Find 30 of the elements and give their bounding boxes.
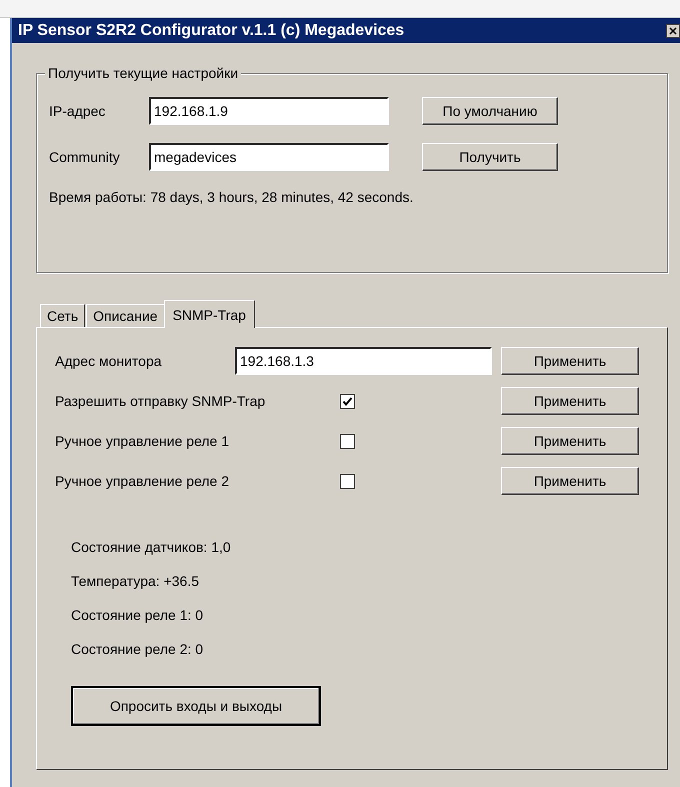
tab[interactable]: Описание xyxy=(86,304,165,328)
status-text: Состояние реле 2: 0 xyxy=(71,641,204,657)
field-label: IP-адрес xyxy=(49,103,106,119)
apply-button[interactable]: Применить xyxy=(501,467,639,495)
close-icon[interactable] xyxy=(666,24,680,38)
row-label: Адрес монитора xyxy=(55,353,163,369)
apply-button[interactable]: Применить xyxy=(501,347,639,375)
status-text: Состояние реле 1: 0 xyxy=(71,607,204,623)
uptime-text: Время работы: 78 days, 3 hours, 28 minutes, 42 seconds. xyxy=(49,189,414,205)
status-text: Состояние датчиков: 1,0 xyxy=(71,539,231,555)
input-field[interactable]: megadevices xyxy=(149,143,389,171)
input-field[interactable]: 192.168.1.3 xyxy=(235,347,492,375)
checkbox[interactable] xyxy=(340,394,355,408)
group-title: Получить текущие настройки xyxy=(45,65,242,81)
tab[interactable]: Сеть xyxy=(40,304,86,328)
field-label: Community xyxy=(49,149,121,165)
input-field[interactable]: 192.168.1.9 xyxy=(149,97,389,125)
apply-button[interactable]: Применить xyxy=(501,427,639,455)
checkbox[interactable] xyxy=(340,434,355,448)
checkbox[interactable] xyxy=(340,474,355,488)
row-label: Разрешить отправку SNMP-Trap xyxy=(55,393,266,409)
status-text: Температура: +36.5 xyxy=(71,573,199,589)
row-label: Ручное управление реле 2 xyxy=(55,473,230,489)
window-title: IP Sensor S2R2 Configurator v.1.1 (c) Megadevices xyxy=(18,22,404,40)
row-label: Ручное управление реле 1 xyxy=(55,433,230,449)
tab[interactable]: SNMP-Trap xyxy=(164,300,255,328)
apply-button[interactable]: Применить xyxy=(501,387,639,415)
action-button[interactable]: По умолчанию xyxy=(422,97,558,125)
poll-button[interactable]: Опросить входы и выходы xyxy=(71,686,321,726)
action-button[interactable]: Получить xyxy=(422,143,558,171)
